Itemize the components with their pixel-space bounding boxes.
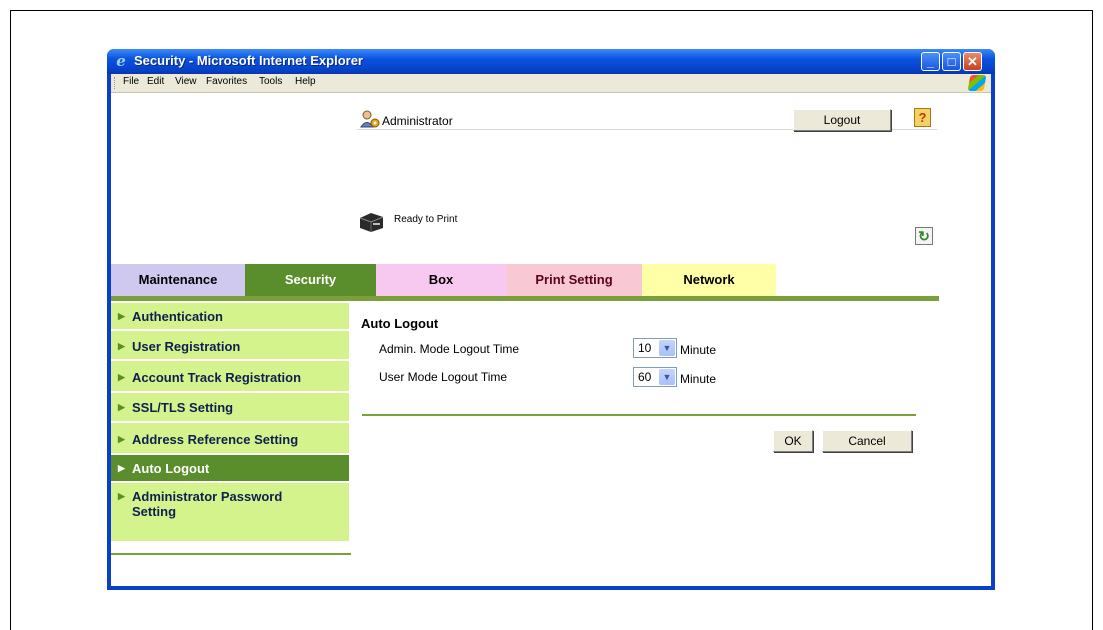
tab-maintenance[interactable]: Maintenance [111, 264, 245, 296]
user-logout-time-value: 60 [638, 370, 652, 384]
printer-icon [359, 213, 384, 232]
close-button[interactable]: ✕ [963, 52, 982, 71]
sidebar-item-user-registration[interactable]: ▶ User Registration [111, 331, 349, 359]
close-icon: ✕ [967, 54, 978, 69]
sidebar-item-auto-logout[interactable]: ▶ Auto Logout [111, 455, 349, 481]
maximize-button[interactable]: □ [942, 52, 961, 71]
browser-window: e Security - Microsoft Internet Explorer… [107, 49, 995, 590]
tab-network[interactable]: Network [642, 264, 776, 296]
sidebar: ▶ Authentication ▶ User Registration ▶ A… [111, 301, 351, 555]
sidebar-item-label: User Registration [132, 339, 241, 354]
sidebar-item-label: Address Reference Setting [132, 432, 299, 447]
cancel-button[interactable]: Cancel [822, 430, 912, 452]
section-title: Auto Logout [361, 316, 439, 331]
chevron-down-icon[interactable]: ▼ [659, 340, 675, 356]
menu-bar: File Edit View Favorites Tools Help [111, 74, 991, 93]
menu-favorites[interactable]: Favorites [206, 76, 247, 87]
tab-security[interactable]: Security [245, 264, 376, 296]
page-content: Administrator Logout ? Ready to Print ↻ … [111, 93, 991, 586]
sidebar-item-authentication[interactable]: ▶ Authentication [111, 303, 349, 329]
arrow-right-icon: ▶ [118, 372, 125, 382]
menu-view[interactable]: View [175, 76, 197, 87]
tab-print-setting[interactable]: Print Setting [506, 264, 642, 296]
menu-edit[interactable]: Edit [147, 76, 164, 87]
title-bar[interactable]: e Security - Microsoft Internet Explorer… [107, 49, 995, 74]
sidebar-item-label: Auto Logout [132, 461, 210, 476]
tab-box[interactable]: Box [376, 264, 506, 296]
user-logout-time-unit: Minute [680, 372, 717, 386]
arrow-right-icon: ▶ [118, 434, 125, 444]
arrow-right-icon: ▶ [118, 463, 125, 473]
ok-button[interactable]: OK [773, 430, 813, 452]
arrow-right-icon: ▶ [118, 402, 125, 412]
sidebar-item-label: Account Track Registration [132, 370, 302, 385]
refresh-icon[interactable]: ↻ [915, 227, 933, 245]
sidebar-item-label: SSL/TLS Setting [132, 400, 234, 415]
windows-logo-icon [967, 75, 987, 91]
menu-help[interactable]: Help [295, 76, 316, 87]
tab-bar: Maintenance Security Box Print Setting N… [111, 264, 939, 296]
maximize-icon: □ [947, 54, 956, 69]
arrow-right-icon: ▶ [118, 341, 125, 351]
sidebar-item-address-reference-setting[interactable]: ▶ Address Reference Setting [111, 423, 349, 453]
chevron-down-icon[interactable]: ▼ [659, 369, 675, 385]
toolbar-grip[interactable] [114, 77, 117, 89]
menu-tools[interactable]: Tools [259, 76, 282, 87]
user-role-label: Administrator [382, 114, 453, 128]
admin-logout-time-label: Admin. Mode Logout Time [379, 342, 520, 356]
admin-logout-time-select[interactable]: 10 ▼ [633, 338, 677, 358]
minimize-icon: _ [926, 54, 935, 69]
sidebar-item-label: Authentication [132, 309, 223, 324]
administrator-icon [360, 110, 380, 128]
sidebar-item-label: Administrator Password Setting [132, 489, 283, 519]
window-bottom-border [111, 586, 991, 590]
help-icon[interactable]: ? [914, 108, 931, 127]
admin-logout-time-value: 10 [638, 341, 652, 355]
window-title: Security - Microsoft Internet Explorer [134, 53, 363, 68]
logout-button[interactable]: Logout [793, 109, 891, 131]
sidebar-item-account-track-registration[interactable]: ▶ Account Track Registration [111, 361, 349, 391]
device-status: Ready to Print [394, 214, 458, 225]
minimize-button[interactable]: _ [921, 52, 940, 71]
arrow-right-icon: ▶ [118, 491, 125, 501]
sidebar-item-administrator-password-setting[interactable]: ▶ Administrator Password Setting [111, 483, 349, 541]
user-logout-time-label: User Mode Logout Time [379, 370, 508, 384]
ie-logo-icon: e [116, 52, 126, 70]
sidebar-item-ssl-tls-setting[interactable]: ▶ SSL/TLS Setting [111, 393, 349, 421]
menu-file[interactable]: File [123, 76, 139, 87]
user-logout-time-select[interactable]: 60 ▼ [633, 367, 677, 387]
arrow-right-icon: ▶ [118, 311, 125, 321]
form-divider [362, 414, 916, 416]
admin-logout-time-unit: Minute [680, 343, 717, 357]
